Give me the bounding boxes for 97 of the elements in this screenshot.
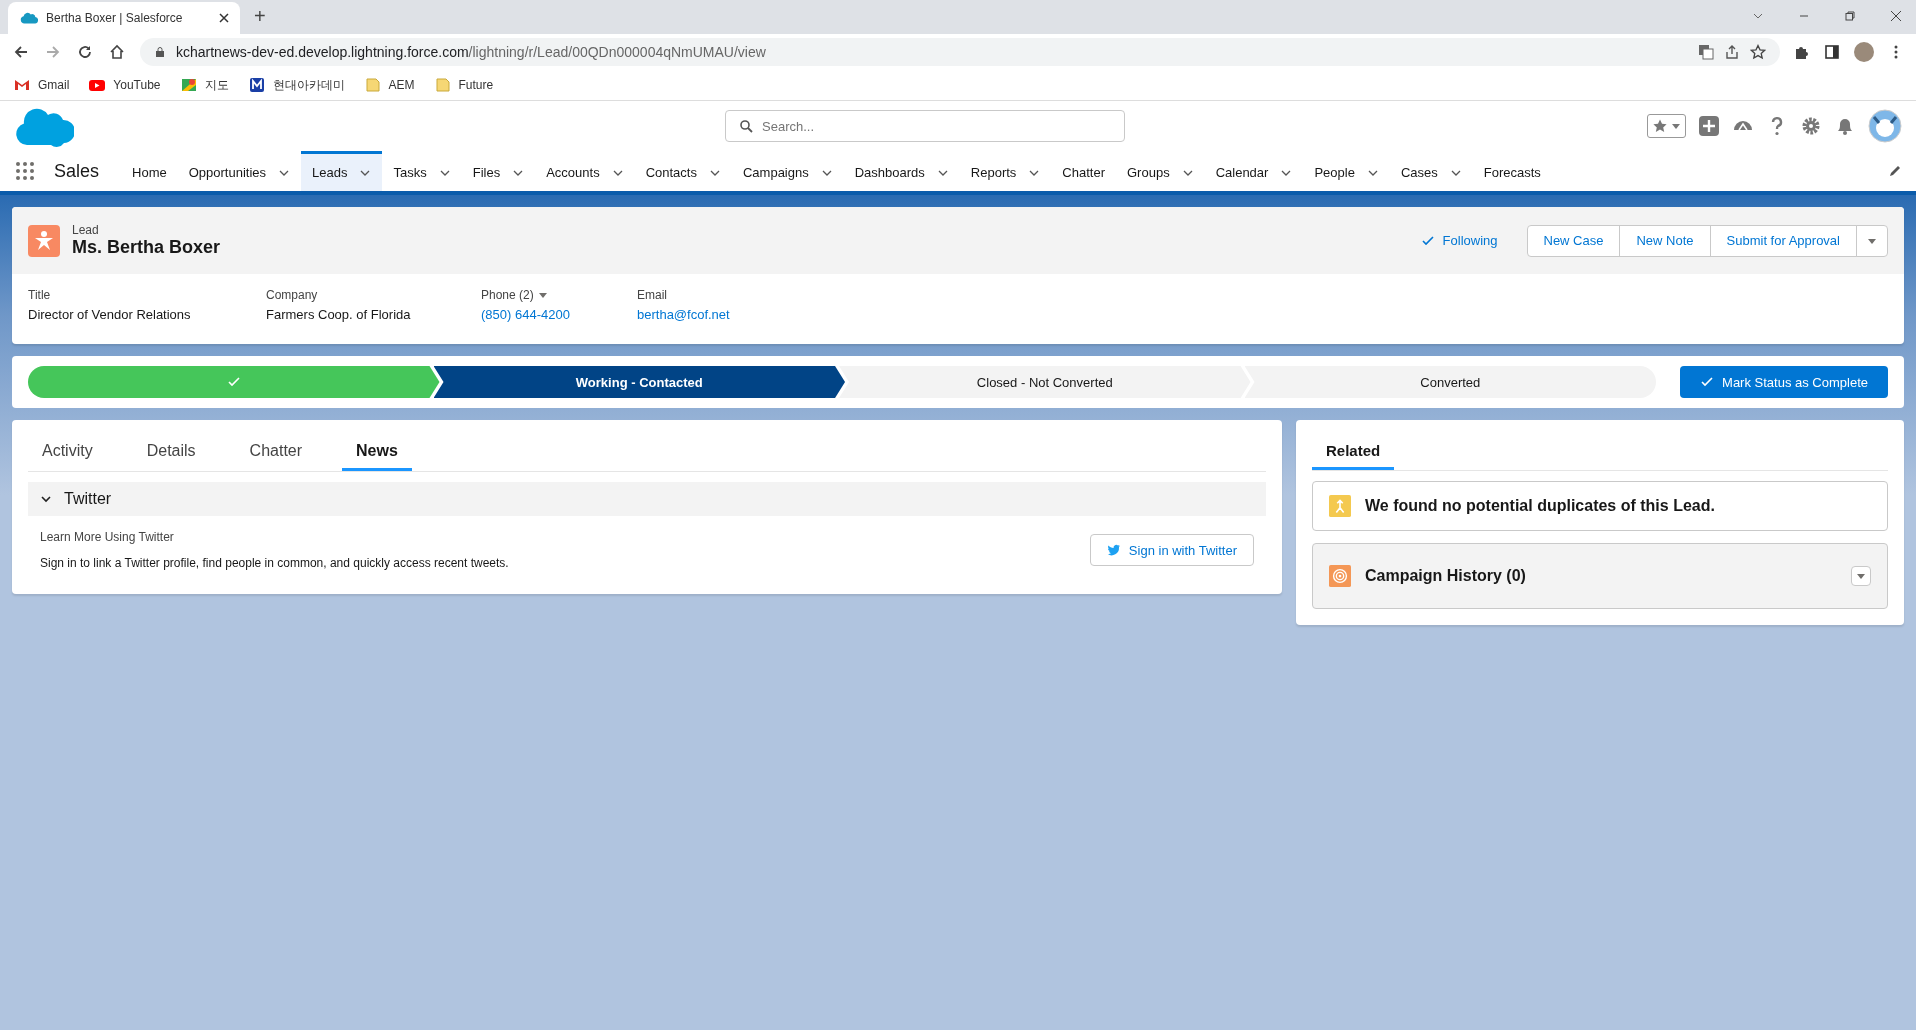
mail-icon <box>14 77 30 93</box>
plus-icon[interactable] <box>1698 115 1720 137</box>
nav-tab[interactable]: Contacts <box>634 151 732 191</box>
home-icon[interactable] <box>108 43 126 61</box>
nav-tab[interactable]: Reports <box>959 151 1052 191</box>
nav-tab[interactable]: Forecasts <box>1472 151 1552 191</box>
app-launcher-icon[interactable] <box>14 160 36 182</box>
action-button[interactable]: New Case <box>1526 224 1621 257</box>
lead-icon <box>28 224 60 257</box>
star-icon[interactable] <box>1750 44 1766 60</box>
restore-icon[interactable] <box>1844 10 1856 22</box>
field-label: Title <box>28 288 51 302</box>
twitter-sign-in-button[interactable]: Sign in with Twitter <box>1089 534 1254 566</box>
bookmark[interactable]: 지도 <box>180 76 229 94</box>
bookmark[interactable]: Future <box>434 77 494 93</box>
record-type: Lead <box>72 223 100 237</box>
path-stage[interactable]: Closed - Not Converted <box>839 366 1251 398</box>
nav-tab[interactable]: Leads <box>301 151 383 191</box>
mark-complete-button[interactable]: Mark Status as Complete <box>1680 366 1888 398</box>
app-name: Sales <box>54 160 100 182</box>
field-label: Phone (2) <box>481 288 534 302</box>
target-icon <box>1329 565 1351 587</box>
record-tab[interactable]: News <box>342 430 412 471</box>
field-value: Director of Vendor Relations <box>28 307 192 322</box>
cloud-icon <box>20 11 38 25</box>
puzzle-icon[interactable] <box>1794 44 1810 60</box>
favorites-button[interactable] <box>1647 114 1686 138</box>
section-heading: Learn More Using Twitter <box>40 530 175 544</box>
bookmark[interactable]: 현대아카데미 <box>248 76 345 94</box>
nav-tab[interactable]: Tasks <box>382 151 462 191</box>
close-icon[interactable] <box>218 12 230 24</box>
side-panel-icon[interactable] <box>1824 44 1840 60</box>
pencil-icon[interactable] <box>1888 164 1902 178</box>
record-tab[interactable]: Details <box>132 430 210 471</box>
check-icon <box>1420 233 1435 248</box>
reload-icon[interactable] <box>76 43 94 61</box>
search-field[interactable]: Search... <box>725 110 1125 142</box>
folder-icon <box>364 77 381 93</box>
play-icon <box>89 77 106 93</box>
section-text: Sign in to link a Twitter profile, find people in common, and quickly access recent tweets. <box>40 556 510 570</box>
nav-tab[interactable]: Campaigns <box>731 151 844 191</box>
caret-icon[interactable] <box>537 290 548 300</box>
record-name: Ms. Bertha Boxer <box>72 237 221 258</box>
close-icon[interactable] <box>1890 10 1902 22</box>
field-value: Farmers Coop. of Florida <box>266 307 412 322</box>
address-bar[interactable]: kchartnews-dev-ed.develop.lightning.force.com/lightning/r/Lead/00QDn000004qNmUMAU/view <box>140 38 1780 66</box>
check-icon <box>1700 375 1715 389</box>
dropdown-button[interactable] <box>1851 566 1871 586</box>
bookmark[interactable]: YouTube <box>89 77 161 93</box>
browser-tab[interactable]: Bertha Boxer | Salesforce <box>8 2 240 34</box>
star-icon <box>1652 118 1668 134</box>
nav-tab[interactable]: Chatter <box>1051 151 1116 191</box>
field-link[interactable]: bertha@fcof.net <box>637 307 875 322</box>
record-tab[interactable]: Activity <box>28 430 107 471</box>
path-stage[interactable]: Converted <box>1244 366 1657 398</box>
nav-tab[interactable]: Dashboards <box>843 151 960 191</box>
field-link[interactable]: (850) 644-4200 <box>481 307 637 322</box>
path-stage[interactable]: Working - Contacted <box>433 366 846 398</box>
settings-icon[interactable] <box>1800 115 1822 137</box>
action-button[interactable]: Submit for Approval <box>1709 224 1857 257</box>
url-text: kchartnews-dev-ed.develop.lightning.force.com/lightning/r/Lead/00QDn000004qNmUMAU/view <box>176 44 766 60</box>
action-button[interactable]: New Note <box>1619 224 1711 257</box>
lock-icon <box>154 46 166 58</box>
m-logo-icon <box>248 77 265 93</box>
nav-tab[interactable]: Calendar <box>1204 151 1304 191</box>
section-header[interactable]: Twitter <box>28 482 1266 516</box>
nav-tab[interactable]: Accounts <box>535 151 635 191</box>
duplicates-message: We found no potential duplicates of this Lead. <box>1365 497 1715 515</box>
merge-icon <box>1329 495 1351 517</box>
field-label: Company <box>266 288 318 302</box>
map-icon <box>180 77 197 93</box>
nav-tab[interactable]: People <box>1303 151 1390 191</box>
tab-title: Bertha Boxer | Salesforce <box>46 11 184 25</box>
new-tab-button[interactable]: + <box>240 5 280 34</box>
campaign-history-link[interactable]: Campaign History (0) <box>1365 567 1526 585</box>
following-button[interactable]: Following <box>1420 233 1498 248</box>
check-icon <box>226 375 241 389</box>
bookmark[interactable]: Gmail <box>14 77 70 93</box>
chevron-icon <box>40 493 52 505</box>
nav-tab[interactable]: Opportunities <box>177 151 302 191</box>
record-tab[interactable]: Chatter <box>235 430 317 471</box>
folder-icon <box>434 77 451 93</box>
caret-icon <box>1856 571 1866 581</box>
caret-icon <box>1671 121 1681 131</box>
translate-icon[interactable] <box>1698 44 1714 60</box>
search-icon <box>739 119 753 133</box>
nav-tab[interactable]: Files <box>461 151 536 191</box>
field-label: Email <box>637 288 667 302</box>
bird-icon <box>1106 543 1121 557</box>
profile-avatar[interactable] <box>1854 42 1874 62</box>
nav-tab[interactable]: Groups <box>1116 151 1205 191</box>
bookmark[interactable]: AEM <box>364 77 415 93</box>
nav-tab[interactable]: Home <box>121 151 178 191</box>
share-icon[interactable] <box>1724 44 1740 60</box>
avatar-icon[interactable] <box>1868 109 1902 143</box>
nav-tab[interactable]: Cases <box>1389 151 1473 191</box>
record-tab[interactable]: Related <box>1312 430 1395 470</box>
